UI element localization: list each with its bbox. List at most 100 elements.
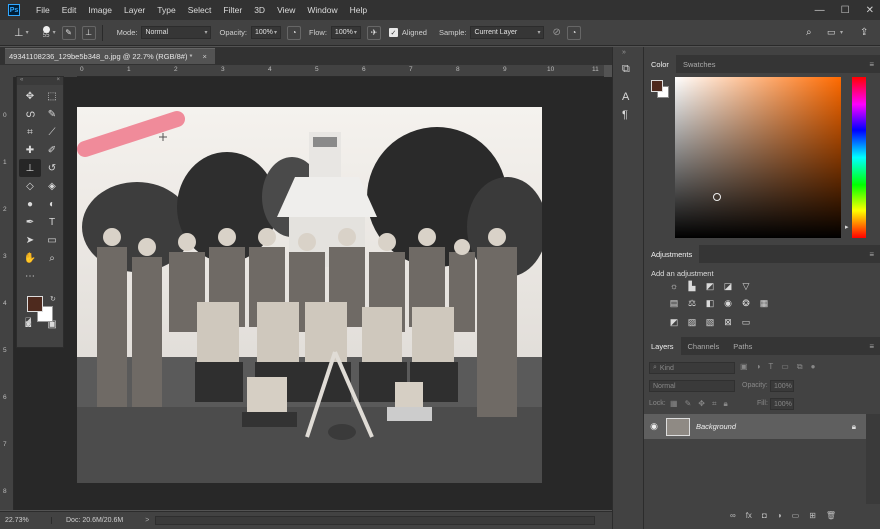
close-icon[interactable]: × [56, 77, 60, 85]
quick-selection-tool-icon[interactable]: ✎ [41, 105, 63, 123]
toolbox-header[interactable]: «× [17, 77, 63, 85]
lock-position-icon[interactable]: ✥ [698, 399, 705, 409]
hand-tool-icon[interactable]: ✋ [19, 249, 41, 267]
tab-paths[interactable]: Paths [726, 337, 759, 355]
default-colors-icon[interactable]: ◪ [25, 316, 32, 324]
eyedropper-tool-icon[interactable]: ⟋ [41, 123, 63, 141]
invert-icon[interactable]: ◩ [668, 316, 680, 328]
brush-preset-chevron-icon[interactable]: ▾ [53, 29, 56, 36]
filter-toggle-icon[interactable]: ● [811, 362, 816, 372]
levels-icon[interactable]: ▙ [686, 280, 698, 292]
layer-opacity-input[interactable]: 100% [770, 380, 794, 392]
gradient-map-icon[interactable]: ▭ [740, 316, 752, 328]
sample-dropdown[interactable]: Current Layer ▾ [470, 26, 545, 39]
path-selection-tool-icon[interactable]: ➤ [19, 231, 41, 249]
pressure-opacity-button[interactable]: ◔ [287, 25, 301, 40]
black-white-icon[interactable]: ◧ [704, 297, 716, 309]
menu-3d[interactable]: 3D [248, 5, 271, 15]
lock-image-icon[interactable]: ✎ [685, 399, 692, 409]
status-menu-button[interactable]: > [145, 517, 149, 524]
pressure-size-button[interactable]: ◔ [566, 25, 581, 40]
tool-preset-chevron-icon[interactable]: ▾ [26, 29, 29, 36]
menu-select[interactable]: Select [182, 5, 218, 15]
exposure-icon[interactable]: ◪ [722, 280, 734, 292]
new-group-icon[interactable]: ▭ [792, 511, 800, 520]
hue-saturation-icon[interactable]: ▤ [668, 297, 680, 309]
foreground-color-swatch[interactable] [27, 296, 43, 312]
brush-preset-picker[interactable]: 55 [42, 26, 50, 39]
opacity-input[interactable]: 100% ▾ [251, 26, 281, 39]
vibrance-icon[interactable]: ▽ [740, 280, 752, 292]
new-adjustment-icon[interactable]: ◑ [777, 511, 782, 520]
mode-dropdown[interactable]: Normal ▾ [141, 26, 212, 39]
lasso-tool-icon[interactable]: ഗ [19, 105, 41, 123]
lock-all-icon[interactable]: 🔒︎ [723, 399, 727, 409]
dodge-tool-icon[interactable]: ◐ [41, 195, 63, 213]
channel-mixer-icon[interactable]: ❂ [740, 297, 752, 309]
shape-tool-icon[interactable]: ▭ [41, 231, 63, 249]
hue-slider[interactable] [852, 77, 866, 238]
vertical-ruler[interactable]: 0 1 2 3 4 5 6 7 8 [0, 77, 14, 510]
brightness-contrast-icon[interactable]: ☼ [668, 280, 680, 292]
menu-window[interactable]: Window [301, 5, 343, 15]
collapse-icon[interactable]: » [622, 49, 626, 56]
collapse-icon[interactable]: « [20, 77, 23, 85]
threshold-icon[interactable]: ▧ [704, 316, 716, 328]
menu-filter[interactable]: Filter [217, 5, 248, 15]
menu-view[interactable]: View [271, 5, 301, 15]
document-tab[interactable]: 49341108236_129be5b348_o.jpg @ 22.7% (RG… [5, 48, 215, 64]
adjustment-filter-icon[interactable]: ◑ [756, 362, 761, 372]
paragraph-panel-icon[interactable]: ¶ [622, 109, 628, 121]
color-lookup-icon[interactable]: ▦ [758, 297, 770, 309]
shape-filter-icon[interactable]: ▭ [781, 362, 789, 372]
pixel-filter-icon[interactable]: ▣ [740, 362, 748, 372]
link-layers-icon[interactable]: ∞ [730, 511, 736, 520]
blur-tool-icon[interactable]: ● [19, 195, 41, 213]
ignore-adjustment-layers-icon[interactable]: ⊘ [552, 27, 560, 38]
minimize-button[interactable]: — [815, 5, 825, 16]
layer-fill-input[interactable]: 100% [770, 398, 794, 410]
workspace-icon[interactable]: ▭ [827, 27, 836, 38]
move-tool-icon[interactable]: ✥ [19, 87, 41, 105]
search-icon[interactable]: ⌕ [806, 27, 812, 38]
menu-file[interactable]: File [30, 5, 56, 15]
horizontal-scrollbar[interactable] [155, 516, 596, 525]
toggle-brush-settings-button[interactable]: ✎ [61, 25, 76, 40]
toggle-clone-source-button[interactable]: ⊥ [81, 25, 96, 40]
horizontal-ruler[interactable]: 0 1 2 3 4 5 6 7 8 9 10 11 [77, 65, 604, 77]
color-picker-ring[interactable] [713, 193, 721, 201]
paint-bucket-tool-icon[interactable]: ◈ [41, 177, 63, 195]
swap-colors-icon[interactable]: ↻ [50, 295, 56, 303]
document-canvas-photo[interactable] [77, 107, 542, 483]
type-tool-icon[interactable]: T [41, 213, 63, 231]
type-filter-icon[interactable]: T [768, 362, 773, 372]
history-panel-icon[interactable]: ⧉ [622, 63, 630, 76]
foreground-color-swatch[interactable] [651, 80, 663, 92]
zoom-tool-icon[interactable]: ⌕ [41, 249, 63, 267]
fx-icon[interactable]: fx [746, 511, 752, 520]
menu-image[interactable]: Image [82, 5, 118, 15]
color-balance-icon[interactable]: ⚖ [686, 297, 698, 309]
visibility-eye-icon[interactable]: ◉ [644, 421, 664, 432]
selective-color-icon[interactable]: ⊠ [722, 316, 734, 328]
tab-channels[interactable]: Channels [681, 337, 727, 355]
history-brush-tool-icon[interactable]: ↺ [41, 159, 63, 177]
zoom-level[interactable]: 22.73% [0, 517, 52, 524]
eraser-tool-icon[interactable]: ◇ [19, 177, 41, 195]
share-icon[interactable]: ⇪ [860, 27, 868, 38]
panel-menu-icon[interactable]: ≡ [869, 60, 874, 69]
workspace-chevron-icon[interactable]: ▾ [840, 29, 843, 36]
tab-color[interactable]: Color [644, 55, 676, 73]
blend-mode-dropdown[interactable]: Normal [649, 380, 735, 392]
delete-layer-icon[interactable]: 🗑︎ [826, 511, 836, 520]
menu-edit[interactable]: Edit [56, 5, 83, 15]
layer-kind-filter[interactable]: ⌕ Kind [649, 362, 735, 374]
tab-adjustments[interactable]: Adjustments [644, 245, 700, 263]
more-tools-icon[interactable]: ⋯ [19, 267, 41, 285]
tab-swatches[interactable]: Swatches [676, 55, 723, 73]
add-mask-icon[interactable]: ◘ [762, 511, 767, 520]
maximize-button[interactable]: ☐ [841, 5, 850, 16]
new-layer-icon[interactable]: ⊞ [809, 511, 816, 520]
panel-menu-icon[interactable]: ≡ [869, 342, 874, 351]
character-panel-icon[interactable]: A [622, 91, 629, 103]
